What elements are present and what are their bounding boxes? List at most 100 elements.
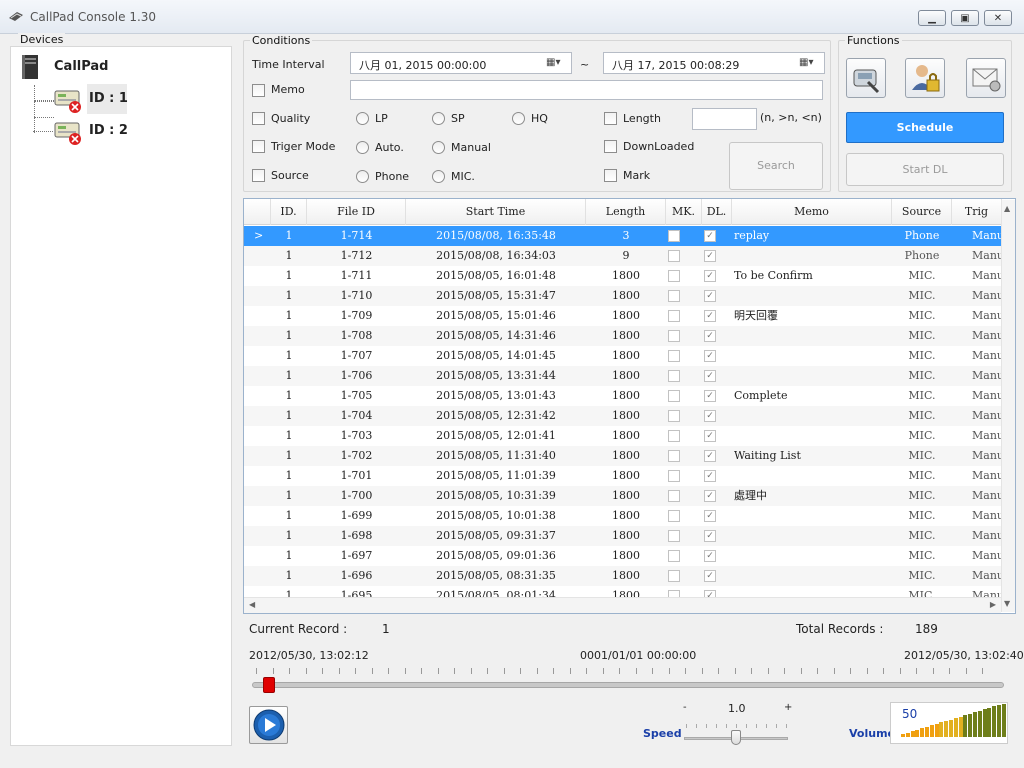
- table-row[interactable]: 1 1-711 2015/08/05, 16:01:48 1800 ✓ To be Con…: [244, 266, 1002, 286]
- vertical-scrollbar[interactable]: ▲ ▼: [1001, 200, 1015, 612]
- quality-hq-radio[interactable]: [512, 112, 525, 125]
- downloaded-check-icon[interactable]: ✓: [704, 250, 716, 262]
- mark-checkbox-cell[interactable]: [668, 510, 680, 522]
- table-row[interactable]: 1 1-703 2015/08/05, 12:01:41 1800 ✓ MIC. Manu: [244, 426, 1002, 446]
- volume-control[interactable]: 50: [890, 702, 1008, 744]
- downloaded-check-icon[interactable]: ✓: [704, 450, 716, 462]
- downloaded-check-icon[interactable]: ✓: [704, 230, 716, 242]
- mark-checkbox-cell[interactable]: [668, 230, 680, 242]
- table-row[interactable]: 1 1-701 2015/08/05, 11:01:39 1800 ✓ MIC. Manu: [244, 466, 1002, 486]
- table-row[interactable]: 1 1-702 2015/08/05, 11:31:40 1800 ✓ Waiting L…: [244, 446, 1002, 466]
- table-row[interactable]: >1 1-714 2015/08/08, 16:35:48 3 ✓ replay Phone…: [244, 226, 1002, 246]
- source-phone-radio[interactable]: [356, 170, 369, 183]
- table-row[interactable]: 1 1-709 2015/08/05, 15:01:46 1800 ✓ 明天回覆 MIC. M…: [244, 306, 1002, 326]
- col-trig[interactable]: Trig: [952, 199, 1002, 225]
- table-row[interactable]: 1 1-707 2015/08/05, 14:01:45 1800 ✓ MIC. Manu: [244, 346, 1002, 366]
- downloaded-check-icon[interactable]: ✓: [704, 270, 716, 282]
- downloaded-check-icon[interactable]: ✓: [704, 510, 716, 522]
- phone-settings-button[interactable]: [846, 58, 886, 98]
- length-input[interactable]: [692, 108, 757, 130]
- mail-settings-button[interactable]: [966, 58, 1006, 98]
- col-memo[interactable]: Memo: [732, 199, 892, 225]
- downloaded-check-icon[interactable]: ✓: [704, 290, 716, 302]
- downloaded-check-icon[interactable]: ✓: [704, 570, 716, 582]
- downloaded-check-icon[interactable]: ✓: [704, 370, 716, 382]
- col-file-id[interactable]: File ID: [307, 199, 406, 225]
- col-start-time[interactable]: Start Time: [406, 199, 586, 225]
- mark-checkbox[interactable]: [604, 169, 617, 182]
- table-row[interactable]: 1 1-699 2015/08/05, 10:01:38 1800 ✓ MIC. Manu: [244, 506, 1002, 526]
- downloaded-check-icon[interactable]: ✓: [704, 350, 716, 362]
- trigger-mode-checkbox[interactable]: [252, 140, 265, 153]
- mark-checkbox-cell[interactable]: [668, 490, 680, 502]
- downloaded-check-icon[interactable]: ✓: [704, 430, 716, 442]
- downloaded-check-icon[interactable]: ✓: [704, 310, 716, 322]
- col-id[interactable]: ID.: [271, 199, 307, 225]
- calendar-dropdown-icon[interactable]: ▦▾: [546, 57, 566, 70]
- col-mk[interactable]: MK.: [666, 199, 702, 225]
- schedule-button[interactable]: Schedule: [846, 112, 1004, 143]
- source-checkbox[interactable]: [252, 169, 265, 182]
- table-row[interactable]: 1 1-696 2015/08/05, 08:31:35 1800 ✓ MIC. Manu: [244, 566, 1002, 586]
- table-row[interactable]: 1 1-708 2015/08/05, 14:31:46 1800 ✓ MIC. Manu: [244, 326, 1002, 346]
- downloaded-check-icon[interactable]: ✓: [704, 390, 716, 402]
- table-row[interactable]: 1 1-704 2015/08/05, 12:31:42 1800 ✓ MIC. Manu: [244, 406, 1002, 426]
- mark-checkbox-cell[interactable]: [668, 410, 680, 422]
- scroll-down-icon[interactable]: ▼: [1004, 599, 1010, 608]
- table-row[interactable]: 1 1-712 2015/08/08, 16:34:03 9 ✓ Phone Manu: [244, 246, 1002, 266]
- mark-checkbox-cell[interactable]: [668, 550, 680, 562]
- table-row[interactable]: 1 1-698 2015/08/05, 09:31:37 1800 ✓ MIC. Manu: [244, 526, 1002, 546]
- tree-root-callpad[interactable]: CallPad: [54, 59, 108, 74]
- trigger-auto-radio[interactable]: [356, 141, 369, 154]
- col-dl[interactable]: DL.: [702, 199, 732, 225]
- memo-input[interactable]: [350, 80, 823, 100]
- downloaded-check-icon[interactable]: ✓: [704, 530, 716, 542]
- scroll-up-icon[interactable]: ▲: [1004, 204, 1010, 213]
- scroll-left-icon[interactable]: ◀: [249, 600, 255, 609]
- mark-checkbox-cell[interactable]: [668, 370, 680, 382]
- quality-checkbox[interactable]: [252, 112, 265, 125]
- memo-checkbox[interactable]: [252, 84, 265, 97]
- trigger-manual-radio[interactable]: [432, 141, 445, 154]
- downloaded-checkbox[interactable]: [604, 140, 617, 153]
- mark-checkbox-cell[interactable]: [668, 330, 680, 342]
- calendar-dropdown-icon[interactable]: ▦▾: [799, 57, 819, 70]
- col-source[interactable]: Source: [892, 199, 952, 225]
- end-date-picker[interactable]: 八月 17, 2015 00:08:29 ▦▾: [603, 52, 825, 74]
- quality-sp-radio[interactable]: [432, 112, 445, 125]
- horizontal-scrollbar[interactable]: ◀ ▶: [244, 597, 1001, 613]
- mark-checkbox-cell[interactable]: [668, 310, 680, 322]
- mark-checkbox-cell[interactable]: [668, 450, 680, 462]
- mark-checkbox-cell[interactable]: [668, 470, 680, 482]
- table-row[interactable]: 1 1-705 2015/08/05, 13:01:43 1800 ✓ Complete M…: [244, 386, 1002, 406]
- table-row[interactable]: 1 1-706 2015/08/05, 13:31:44 1800 ✓ MIC. Manu: [244, 366, 1002, 386]
- start-date-picker[interactable]: 八月 01, 2015 00:00:00 ▦▾: [350, 52, 572, 74]
- speed-slider-thumb[interactable]: [731, 730, 741, 745]
- play-button[interactable]: [249, 706, 288, 744]
- mark-checkbox-cell[interactable]: [668, 530, 680, 542]
- quality-lp-radio[interactable]: [356, 112, 369, 125]
- table-row[interactable]: 1 1-710 2015/08/05, 15:31:47 1800 ✓ MIC. Manu: [244, 286, 1002, 306]
- start-dl-button[interactable]: Start DL: [846, 153, 1004, 186]
- tree-item-id-1[interactable]: ID : 1: [89, 91, 128, 106]
- mark-checkbox-cell[interactable]: [668, 570, 680, 582]
- table-row[interactable]: 1 1-697 2015/08/05, 09:01:36 1800 ✓ MIC. Manu: [244, 546, 1002, 566]
- user-lock-button[interactable]: [905, 58, 945, 98]
- maximize-button[interactable]: ▣: [951, 10, 979, 26]
- mark-checkbox-cell[interactable]: [668, 270, 680, 282]
- downloaded-check-icon[interactable]: ✓: [704, 330, 716, 342]
- mark-checkbox-cell[interactable]: [668, 350, 680, 362]
- tree-item-id-2[interactable]: ID : 2: [89, 123, 128, 138]
- col-length[interactable]: Length: [586, 199, 666, 225]
- mark-checkbox-cell[interactable]: [668, 250, 680, 262]
- scroll-right-icon[interactable]: ▶: [990, 600, 996, 609]
- downloaded-check-icon[interactable]: ✓: [704, 550, 716, 562]
- downloaded-check-icon[interactable]: ✓: [704, 490, 716, 502]
- playback-timeline[interactable]: [252, 677, 1004, 693]
- mark-checkbox-cell[interactable]: [668, 430, 680, 442]
- close-button[interactable]: ✕: [984, 10, 1012, 26]
- downloaded-check-icon[interactable]: ✓: [704, 470, 716, 482]
- downloaded-check-icon[interactable]: ✓: [704, 410, 716, 422]
- mark-checkbox-cell[interactable]: [668, 290, 680, 302]
- search-button[interactable]: Search: [729, 142, 823, 190]
